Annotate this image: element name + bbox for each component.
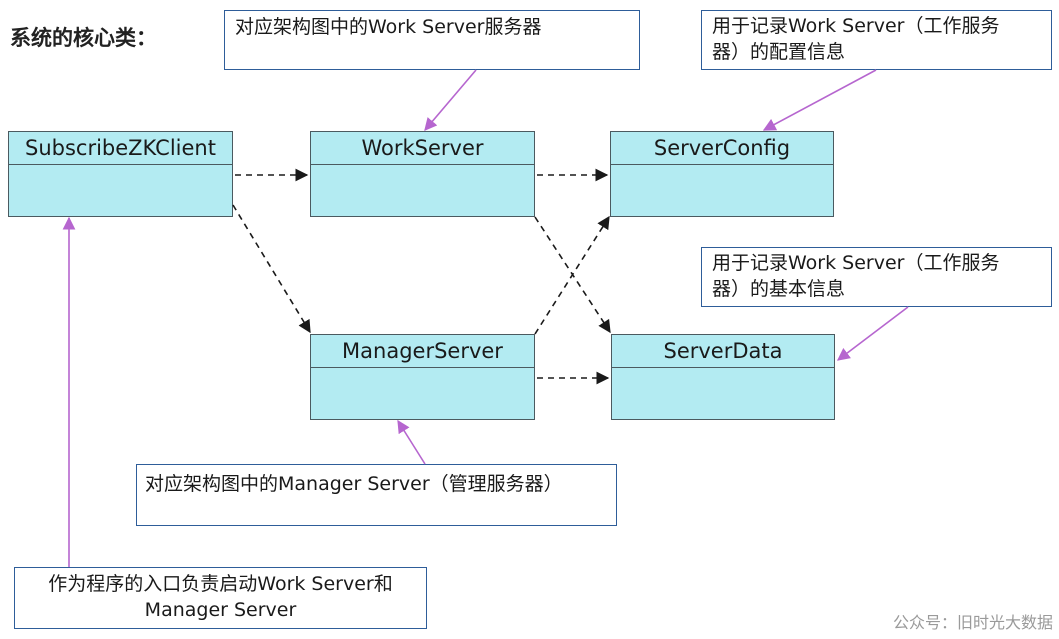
pointer-note-data: [836, 306, 909, 361]
pointer-note-work: [424, 69, 477, 131]
edge-subscribe-to-manager: [232, 204, 311, 334]
pointer-note-manager: [397, 419, 426, 465]
edge-manager-to-config: [534, 215, 610, 335]
pointer-note-config: [762, 69, 877, 131]
watermark: 公众号：旧时光大数据: [892, 613, 1053, 632]
diagram-edges: [62, 69, 909, 567]
